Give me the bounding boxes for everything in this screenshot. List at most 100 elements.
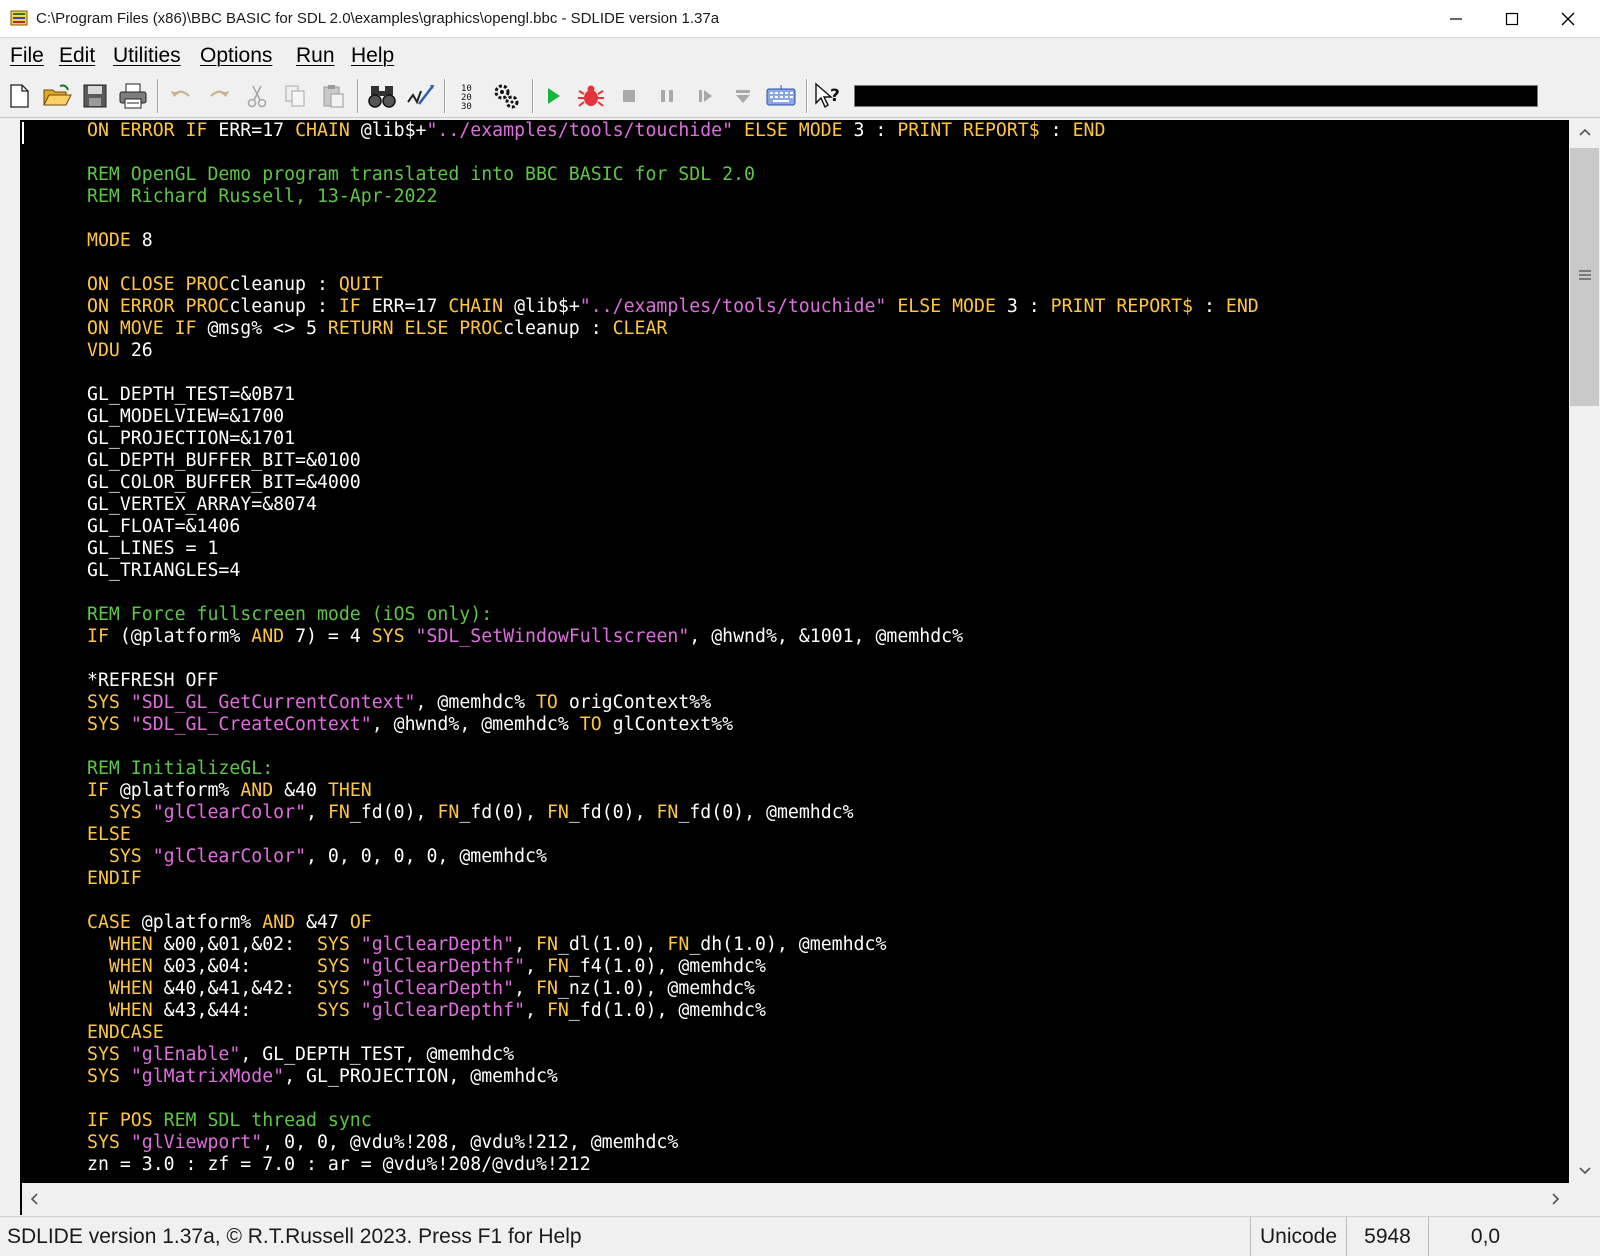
code-line[interactable]: ON MOVE IF @msg% <> 5 RETURN ELSE PROCcl…: [87, 318, 1259, 340]
code-line[interactable]: SYS "glEnable", GL_DEPTH_TEST, @memhdc%: [87, 1044, 1259, 1066]
code-line[interactable]: REM OpenGL Demo program translated into …: [87, 164, 1259, 186]
renumber-button[interactable]: 10 20 30: [452, 80, 484, 112]
find-button[interactable]: [366, 80, 398, 112]
scroll-left-button[interactable]: [22, 1183, 46, 1215]
toolbar-search-input[interactable]: [854, 85, 1538, 107]
horizontal-scroll-track[interactable]: [48, 1187, 1536, 1211]
code-line[interactable]: GL_VERTEX_ARRAY=&8074: [87, 494, 1259, 516]
undo-button[interactable]: [165, 80, 197, 112]
immediate-mode-button[interactable]: [765, 80, 797, 112]
redo-button[interactable]: [203, 80, 235, 112]
code-line[interactable]: [87, 1088, 1259, 1110]
code-line[interactable]: SYS "glClearColor", FN_fd(0), FN_fd(0), …: [87, 802, 1259, 824]
compile-button[interactable]: [490, 80, 522, 112]
code-line[interactable]: ON ERROR PROCcleanup : IF ERR=17 CHAIN @…: [87, 296, 1259, 318]
code-line[interactable]: [87, 736, 1259, 758]
code-line[interactable]: SYS "SDL_GL_CreateContext", @hwnd%, @mem…: [87, 714, 1259, 736]
stop-icon: [623, 90, 635, 102]
code-line[interactable]: [87, 252, 1259, 274]
toolbar-separator: [157, 79, 159, 113]
code-keyword: WHEN: [108, 1000, 164, 1021]
code-line[interactable]: SYS "glClearColor", 0, 0, 0, 0, @memhdc%: [87, 846, 1259, 868]
step-button[interactable]: [689, 80, 721, 112]
menu-file[interactable]: File: [10, 44, 44, 68]
maximize-button[interactable]: [1484, 0, 1540, 38]
paste-button[interactable]: [317, 80, 349, 112]
code-line[interactable]: [87, 142, 1259, 164]
code-line[interactable]: WHEN &43,&44: SYS "glClearDepthf", FN_fd…: [87, 1000, 1259, 1022]
code-text-run: &40: [284, 780, 328, 801]
code-text-run: ,: [525, 956, 547, 977]
code-line[interactable]: GL_TRIANGLES=4: [87, 560, 1259, 582]
vertical-scroll-thumb[interactable]: [1570, 148, 1599, 406]
cut-button[interactable]: [241, 80, 273, 112]
replace-button[interactable]: [404, 80, 436, 112]
code-line[interactable]: ELSE: [87, 824, 1259, 846]
run-button[interactable]: [537, 80, 569, 112]
code-line[interactable]: GL_PROJECTION=&1701: [87, 428, 1259, 450]
code-line[interactable]: GL_FLOAT=&1406: [87, 516, 1259, 538]
code-editor[interactable]: ON ERROR IF ERR=17 CHAIN @lib$+"../examp…: [22, 120, 1569, 1183]
stop-button[interactable]: [613, 80, 645, 112]
menu-edit[interactable]: Edit: [59, 44, 95, 68]
code-line[interactable]: ENDIF: [87, 868, 1259, 890]
code-line[interactable]: WHEN &00,&01,&02: SYS "glClearDepth", FN…: [87, 934, 1259, 956]
step-icon: [699, 90, 712, 102]
code-line[interactable]: *REFRESH OFF: [87, 670, 1259, 692]
code-line[interactable]: GL_LINES = 1: [87, 538, 1259, 560]
toolbar-separator: [357, 79, 359, 113]
code-line[interactable]: [87, 362, 1259, 384]
code-line[interactable]: IF POS REM SDL thread sync: [87, 1110, 1259, 1132]
code-line[interactable]: GL_DEPTH_BUFFER_BIT=&0100: [87, 450, 1259, 472]
code-line[interactable]: GL_DEPTH_TEST=&0B71: [87, 384, 1259, 406]
save-button[interactable]: [79, 80, 111, 112]
code-keyword: FN: [536, 934, 558, 955]
code-line[interactable]: GL_COLOR_BUFFER_BIT=&4000: [87, 472, 1259, 494]
code-line[interactable]: ON CLOSE PROCcleanup : QUIT: [87, 274, 1259, 296]
menu-help[interactable]: Help: [351, 44, 394, 68]
code-text-run: _nz(1.0), @memhdc%: [557, 978, 756, 999]
code-line[interactable]: CASE @platform% AND &47 OF: [87, 912, 1259, 934]
menu-options[interactable]: Options: [200, 44, 272, 68]
code-line[interactable]: REM InitializeGL:: [87, 758, 1259, 780]
minimize-button[interactable]: [1428, 0, 1484, 38]
code-line[interactable]: ON ERROR IF ERR=17 CHAIN @lib$+"../examp…: [87, 120, 1259, 142]
code-line[interactable]: SYS "glMatrixMode", GL_PROJECTION, @memh…: [87, 1066, 1259, 1088]
code-line[interactable]: MODE 8: [87, 230, 1259, 252]
pause-button[interactable]: [651, 80, 683, 112]
code-line[interactable]: WHEN &03,&04: SYS "glClearDepthf", FN_f4…: [87, 956, 1259, 978]
code-keyword: IF: [87, 626, 120, 647]
menu-utilities[interactable]: Utilities: [113, 44, 181, 68]
code-line[interactable]: REM Force fullscreen mode (iOS only):: [87, 604, 1259, 626]
print-button[interactable]: [117, 80, 149, 112]
context-help-button[interactable]: ?: [812, 80, 844, 112]
code-text[interactable]: ON ERROR IF ERR=17 CHAIN @lib$+"../examp…: [87, 120, 1259, 1176]
horizontal-scrollbar[interactable]: [22, 1183, 1569, 1215]
code-line[interactable]: ENDCASE: [87, 1022, 1259, 1044]
code-line[interactable]: [87, 582, 1259, 604]
copy-button[interactable]: [279, 80, 311, 112]
code-line[interactable]: SYS "SDL_GL_GetCurrentContext", @memhdc%…: [87, 692, 1259, 714]
code-line[interactable]: [87, 208, 1259, 230]
code-line[interactable]: [87, 890, 1259, 912]
close-button[interactable]: [1540, 0, 1596, 38]
code-line[interactable]: GL_MODELVIEW=&1700: [87, 406, 1259, 428]
code-line[interactable]: SYS "glViewport", 0, 0, @vdu%!208, @vdu%…: [87, 1132, 1259, 1154]
menu-run[interactable]: Run: [296, 44, 335, 68]
code-keyword: SYS: [316, 934, 361, 955]
code-line[interactable]: WHEN &40,&41,&42: SYS "glClearDepth", FN…: [87, 978, 1259, 1000]
code-line[interactable]: [87, 648, 1259, 670]
code-line[interactable]: IF @platform% AND &40 THEN: [87, 780, 1259, 802]
menu-bar: File Edit Utilities Options Run Help: [0, 38, 1600, 74]
scroll-down-button[interactable]: [1569, 1159, 1600, 1183]
open-file-button[interactable]: [41, 80, 73, 112]
debug-button[interactable]: [575, 80, 607, 112]
step-line-button[interactable]: [727, 80, 759, 112]
code-line[interactable]: VDU 26: [87, 340, 1259, 362]
scroll-up-button[interactable]: [1569, 120, 1600, 144]
scroll-right-button[interactable]: [1544, 1183, 1568, 1215]
code-line[interactable]: REM Richard Russell, 13-Apr-2022: [87, 186, 1259, 208]
code-line[interactable]: zn = 3.0 : zf = 7.0 : ar = @vdu%!208/@vd…: [87, 1154, 1259, 1176]
new-file-button[interactable]: [3, 80, 35, 112]
code-line[interactable]: IF (@platform% AND 7) = 4 SYS "SDL_SetWi…: [87, 626, 1259, 648]
